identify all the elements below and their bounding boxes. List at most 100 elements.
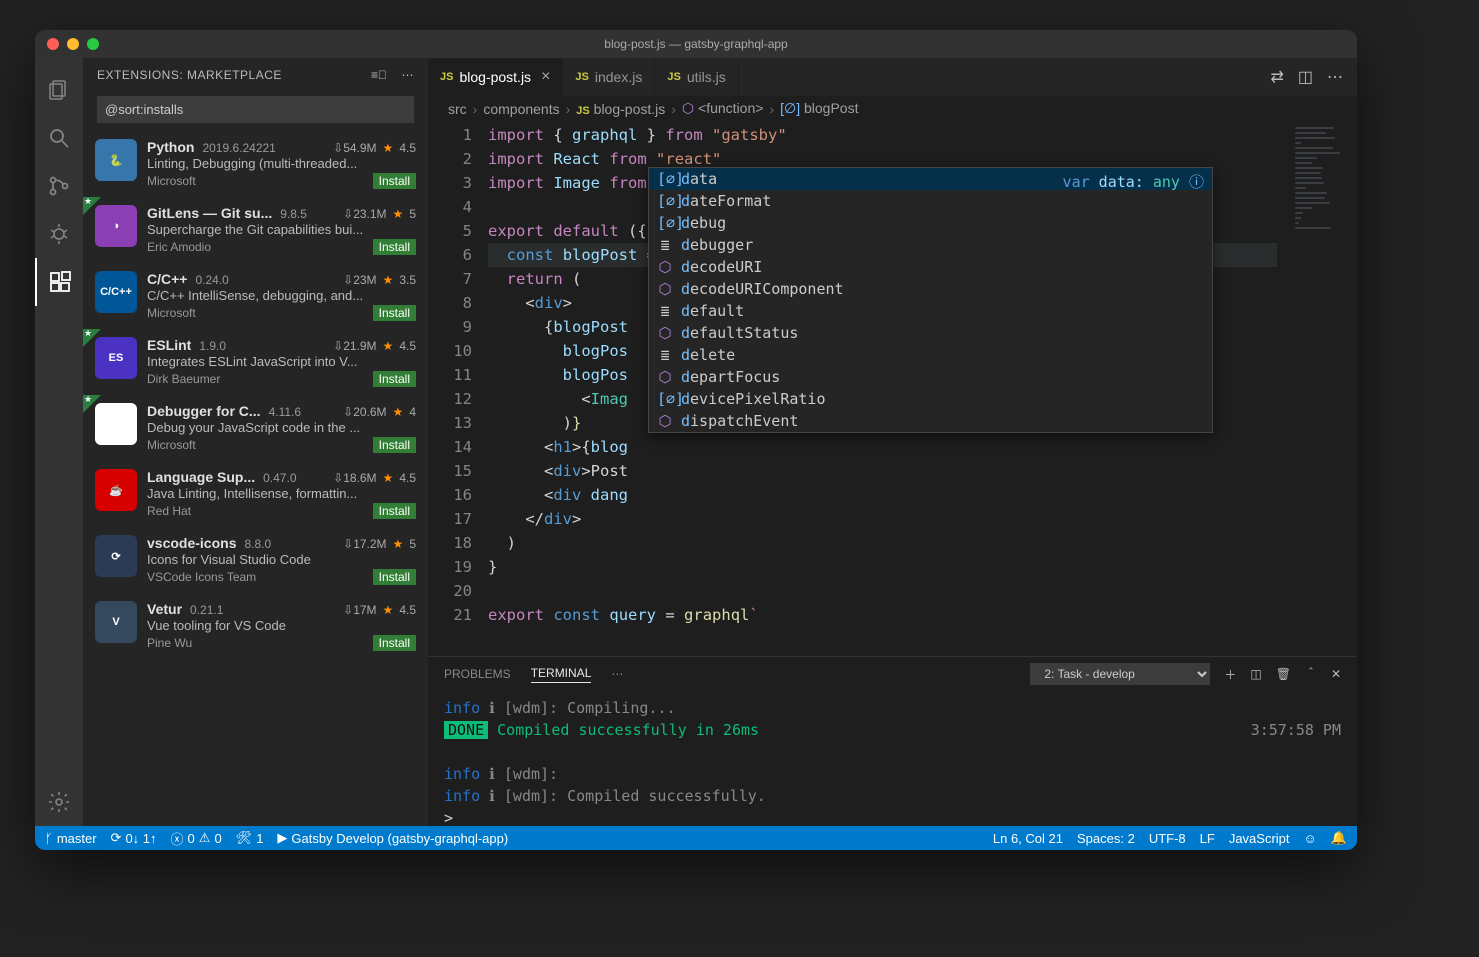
intellisense-popup[interactable]: [∅]data[∅]dateFormat[∅]debug≣debugger⬡de… <box>648 167 1213 433</box>
indent-status[interactable]: Spaces: 2 <box>1077 831 1135 846</box>
breadcrumb-item[interactable]: ⬡ <function> <box>682 100 764 117</box>
install-button[interactable]: Install <box>373 173 416 189</box>
maximize-panel-icon[interactable]: ＾ <box>1305 666 1317 683</box>
terminal-select[interactable]: 2: Task - develop <box>1030 663 1210 685</box>
star-icon: ★ <box>383 471 394 485</box>
js-file-icon: JS <box>575 71 588 83</box>
extension-publisher: Dirk Baeumer <box>147 372 220 386</box>
notifications-icon[interactable]: 🔔 <box>1331 830 1347 846</box>
debug-icon[interactable] <box>35 210 83 258</box>
tab-label: blog-post.js <box>459 69 531 85</box>
extension-item[interactable]: ☕ Language Sup... 0.47.0 ⇩18.6M ★4.5 Jav… <box>83 461 428 527</box>
star-icon: ★ <box>393 405 404 419</box>
activity-bar <box>35 58 83 826</box>
star-icon: ★ <box>393 537 404 551</box>
breadcrumb-item[interactable]: [∅] blogPost <box>780 100 858 117</box>
split-editor-icon[interactable]: ◫ <box>1298 67 1313 87</box>
panel-more-icon[interactable]: ⋯ <box>611 667 623 681</box>
editor[interactable]: 123456789101112131415161718192021 import… <box>428 121 1357 656</box>
suggestion-item[interactable]: ⬡dispatchEvent <box>649 410 1212 432</box>
suggestion-detail: var data: any ⓘ <box>1063 171 1204 192</box>
editor-tab[interactable]: JSutils.js <box>655 58 738 96</box>
editor-tab[interactable]: JSindex.js <box>563 58 655 96</box>
suggestion-item[interactable]: ≣debugger <box>649 234 1212 256</box>
minimap[interactable] <box>1277 121 1357 656</box>
star-icon: ★ <box>383 603 394 617</box>
suggestion-item[interactable]: [∅]debug <box>649 212 1212 234</box>
language-status[interactable]: JavaScript <box>1229 831 1290 846</box>
new-terminal-icon[interactable]: ＋ <box>1224 666 1236 683</box>
breadcrumb-item[interactable]: components <box>483 101 559 117</box>
extension-version: 2019.6.24221 <box>202 141 275 155</box>
panel-tab-terminal[interactable]: TERMINAL <box>531 666 592 683</box>
search-icon[interactable] <box>35 114 83 162</box>
compare-icon[interactable]: ⇄ <box>1270 67 1283 87</box>
extension-desc: Vue tooling for VS Code <box>147 618 416 633</box>
extension-name: Python <box>147 139 194 155</box>
extension-item[interactable]: C/C++ C/C++ 0.24.0 ⇩23M ★3.5 C/C++ Intel… <box>83 263 428 329</box>
eol-status[interactable]: LF <box>1200 831 1215 846</box>
download-count: ⇩18.6M <box>333 471 376 485</box>
extension-name: GitLens — Git su... <box>147 205 272 221</box>
extension-version: 0.21.1 <box>190 603 223 617</box>
more-icon[interactable]: ⋯ <box>402 68 415 82</box>
kill-terminal-icon[interactable]: 🗑 <box>1276 667 1291 681</box>
editor-tabs: JS blog-post.js × JSindex.jsJSutils.js ⇄ ◫ ⋯ <box>428 58 1357 96</box>
suggestion-item[interactable]: ⬡departFocus <box>649 366 1212 388</box>
breadcrumb-item[interactable]: src <box>448 101 467 117</box>
breadcrumb-item[interactable]: JS blog-post.js <box>576 101 665 117</box>
encoding-status[interactable]: UTF-8 <box>1149 831 1186 846</box>
install-button[interactable]: Install <box>373 371 416 387</box>
extension-version: 1.9.0 <box>199 339 226 353</box>
install-button[interactable]: Install <box>373 503 416 519</box>
extensions-icon[interactable] <box>35 258 83 306</box>
status-task-running[interactable]: ▶ Gatsby Develop (gatsby-graphql-app) <box>277 830 508 846</box>
status-tools[interactable]: 🛠 1 <box>236 830 264 846</box>
extension-publisher: Microsoft <box>147 438 196 452</box>
install-button[interactable]: Install <box>373 239 416 255</box>
git-branch[interactable]: ᚶ master <box>45 831 97 846</box>
extension-search-input[interactable] <box>97 96 414 123</box>
settings-gear-icon[interactable] <box>35 778 83 826</box>
install-button[interactable]: Install <box>373 569 416 585</box>
git-sync[interactable]: ⟳ 0↓ 1↑ <box>111 830 157 846</box>
extension-desc: Icons for Visual Studio Code <box>147 552 416 567</box>
editor-more-icon[interactable]: ⋯ <box>1327 67 1343 87</box>
source-control-icon[interactable] <box>35 162 83 210</box>
rating: 4.5 <box>399 471 416 485</box>
suggestion-item[interactable]: ⬡decodeURI <box>649 256 1212 278</box>
close-tab-icon[interactable]: × <box>541 68 550 86</box>
extension-icon: ◉ <box>95 403 137 445</box>
install-button[interactable]: Install <box>373 635 416 651</box>
suggestion-item[interactable]: ⬡decodeURIComponent <box>649 278 1212 300</box>
install-button[interactable]: Install <box>373 437 416 453</box>
breadcrumb[interactable]: src›components›JS blog-post.js›⬡ <functi… <box>428 96 1357 121</box>
explorer-icon[interactable] <box>35 66 83 114</box>
panel-tab-problems[interactable]: PROBLEMS <box>444 667 511 681</box>
extension-item[interactable]: ★◑ GitLens — Git su... 9.8.5 ⇩23.1M ★5 S… <box>83 197 428 263</box>
cursor-position[interactable]: Ln 6, Col 21 <box>993 831 1063 846</box>
extension-name: vscode-icons <box>147 535 236 551</box>
download-count: ⇩17M <box>343 603 376 617</box>
suggestion-item[interactable]: [∅]dateFormat <box>649 190 1212 212</box>
suggestion-item[interactable]: ≣default <box>649 300 1212 322</box>
status-errors[interactable]: ⓧ 0 ⚠ 0 <box>171 829 222 848</box>
extension-icon: C/C++ <box>95 271 137 313</box>
terminal[interactable]: info ℹ [wdm]: Compiling...DONE Compiled … <box>428 691 1357 826</box>
extension-version: 0.47.0 <box>263 471 296 485</box>
install-button[interactable]: Install <box>373 305 416 321</box>
extension-item[interactable]: ★ES ESLint 1.9.0 ⇩21.9M ★4.5 Integrates … <box>83 329 428 395</box>
clear-icon[interactable]: ≡⃠ <box>371 68 388 82</box>
extension-item[interactable]: ★◉ Debugger for C... 4.11.6 ⇩20.6M ★4 De… <box>83 395 428 461</box>
editor-tab[interactable]: JSblog-post.js× <box>428 58 563 96</box>
suggestion-item[interactable]: [∅]devicePixelRatio <box>649 388 1212 410</box>
extension-item[interactable]: ⟳ vscode-icons 8.8.0 ⇩17.2M ★5 Icons for… <box>83 527 428 593</box>
suggestion-item[interactable]: ⬡defaultStatus <box>649 322 1212 344</box>
extension-item[interactable]: 🐍 Python 2019.6.24221 ⇩54.9M ★4.5 Lintin… <box>83 131 428 197</box>
extension-desc: Integrates ESLint JavaScript into V... <box>147 354 416 369</box>
feedback-icon[interactable]: ☺ <box>1304 831 1317 846</box>
suggestion-item[interactable]: ≣delete <box>649 344 1212 366</box>
split-terminal-icon[interactable]: ◫ <box>1250 667 1261 681</box>
close-panel-icon[interactable]: ✕ <box>1331 667 1341 681</box>
extension-item[interactable]: V Vetur 0.21.1 ⇩17M ★4.5 Vue tooling for… <box>83 593 428 659</box>
